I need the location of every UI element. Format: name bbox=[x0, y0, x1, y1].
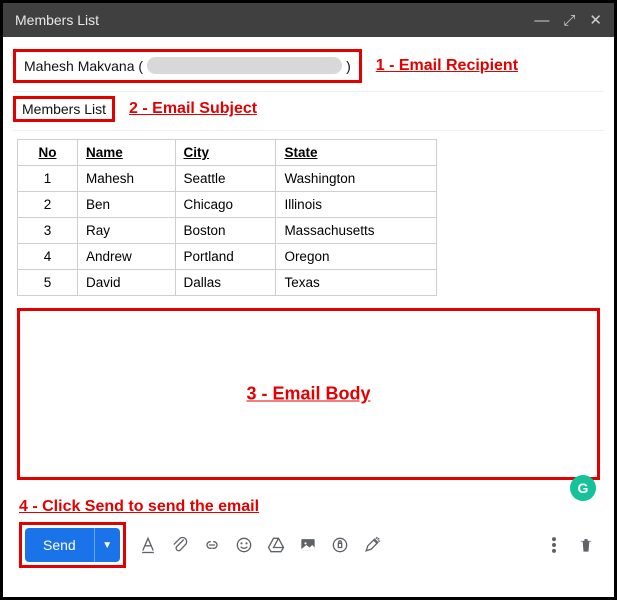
members-table: No Name City State 1 Mahesh Seattle Wash… bbox=[17, 139, 437, 296]
confidential-icon[interactable] bbox=[330, 535, 350, 555]
col-city: City bbox=[175, 140, 276, 166]
link-icon[interactable] bbox=[202, 535, 222, 555]
trash-icon[interactable] bbox=[576, 535, 596, 555]
subject-row[interactable]: Members List 2 - Email Subject bbox=[13, 92, 604, 131]
close-icon[interactable]: ✕ bbox=[589, 13, 602, 28]
recipient-row[interactable]: Mahesh Makvana ( ) 1 - Email Recipient bbox=[13, 41, 604, 92]
col-name: Name bbox=[78, 140, 176, 166]
annotation-recipient: 1 - Email Recipient bbox=[376, 57, 518, 75]
recipient-name: Mahesh Makvana bbox=[24, 58, 135, 74]
minimize-icon[interactable]: — bbox=[534, 13, 549, 28]
formatting-icon[interactable] bbox=[138, 535, 158, 555]
email-body-table-wrap: No Name City State 1 Mahesh Seattle Wash… bbox=[13, 131, 604, 302]
subject-text[interactable]: Members List bbox=[13, 96, 115, 122]
window-titlebar: Members List — ⤢ ✕ bbox=[3, 3, 614, 37]
table-row: 1 Mahesh Seattle Washington bbox=[18, 166, 437, 192]
email-body-area[interactable]: 3 - Email Body bbox=[17, 308, 600, 480]
annotation-body: 3 - Email Body bbox=[246, 384, 370, 405]
send-button[interactable]: Send bbox=[25, 528, 94, 562]
attach-icon[interactable] bbox=[170, 535, 190, 555]
more-icon[interactable] bbox=[544, 535, 564, 555]
image-icon[interactable] bbox=[298, 535, 318, 555]
pen-icon[interactable] bbox=[362, 535, 382, 555]
window-title: Members List bbox=[15, 12, 99, 28]
paren-open: ( bbox=[138, 58, 143, 74]
paren-close: ) bbox=[346, 58, 351, 74]
send-more-button[interactable]: ▼ bbox=[94, 528, 120, 562]
expand-icon[interactable]: ⤢ bbox=[563, 13, 575, 28]
emoji-icon[interactable] bbox=[234, 535, 254, 555]
annotation-send: 4 - Click Send to send the email bbox=[19, 498, 604, 516]
grammarly-badge[interactable]: G bbox=[570, 475, 596, 501]
table-header-row: No Name City State bbox=[18, 140, 437, 166]
send-button-highlight: Send ▼ bbox=[19, 522, 126, 568]
table-row: 2 Ben Chicago Illinois bbox=[18, 192, 437, 218]
annotation-subject: 2 - Email Subject bbox=[129, 100, 257, 118]
table-row: 4 Andrew Portland Oregon bbox=[18, 244, 437, 270]
table-row: 3 Ray Boston Massachusetts bbox=[18, 218, 437, 244]
recipient-chip[interactable]: Mahesh Makvana ( ) bbox=[13, 49, 362, 83]
compose-toolbar: Send ▼ bbox=[13, 522, 604, 578]
col-state: State bbox=[276, 140, 437, 166]
table-row: 5 David Dallas Texas bbox=[18, 270, 437, 296]
col-no: No bbox=[18, 140, 78, 166]
grammarly-glyph: G bbox=[578, 480, 589, 496]
recipient-email-redacted bbox=[147, 57, 342, 74]
drive-icon[interactable] bbox=[266, 535, 286, 555]
